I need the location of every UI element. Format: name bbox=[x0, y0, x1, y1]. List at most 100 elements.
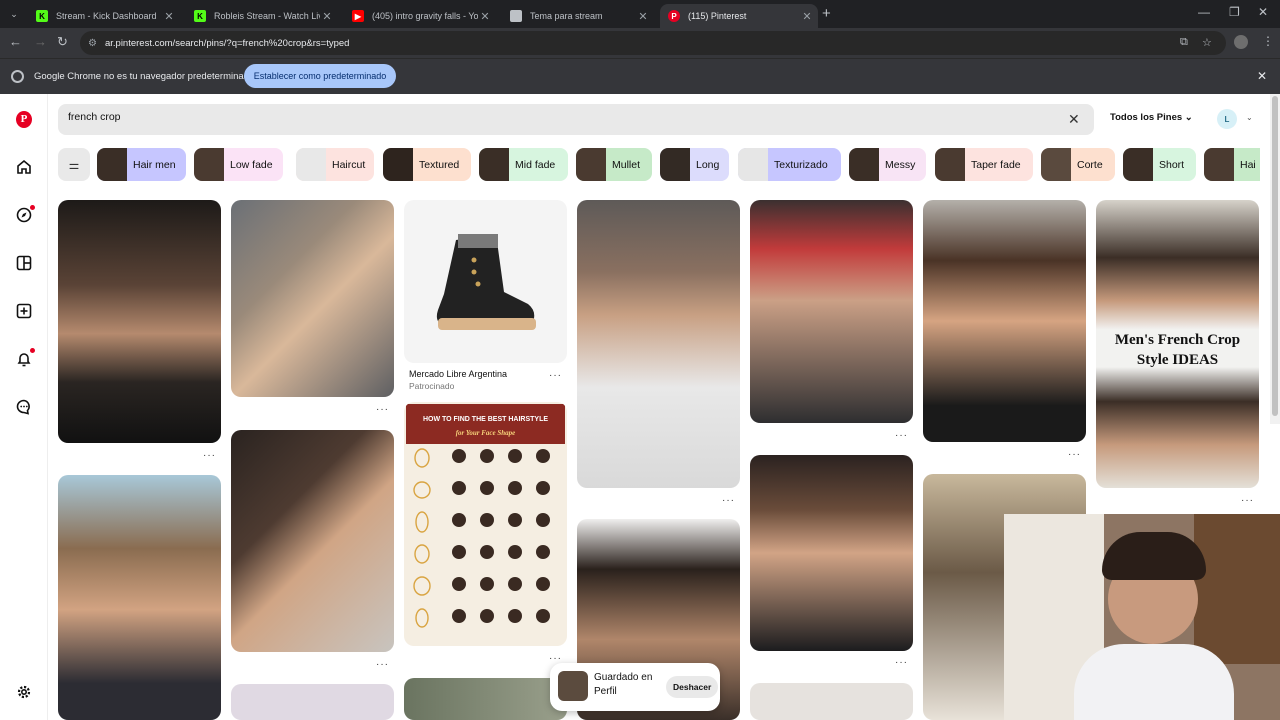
reload-icon[interactable]: ↻ bbox=[57, 34, 68, 50]
globe-icon bbox=[510, 10, 522, 22]
pinterest-logo[interactable]: P bbox=[16, 110, 32, 128]
pin-french-crop-ideas[interactable]: Men's French Crop Style IDEAS bbox=[1096, 200, 1259, 488]
boards-icon[interactable] bbox=[16, 255, 32, 271]
chip-haircut[interactable]: Haircut bbox=[296, 148, 374, 181]
tab-kick-stream[interactable]: K Robleis Stream - Watch Live on ✕ bbox=[186, 4, 338, 28]
tab-youtube[interactable]: ▶ (405) intro gravity falls - YouTu ✕ bbox=[344, 4, 496, 28]
pin-more-icon[interactable]: ··· bbox=[376, 404, 389, 415]
close-tab-icon[interactable]: ✕ bbox=[478, 10, 492, 23]
chip-texturizado[interactable]: Texturizado bbox=[738, 148, 841, 181]
browser-tab-strip: ⌄ K Stream - Kick Dashboard ✕ K Robleis … bbox=[0, 0, 1280, 28]
pin-image[interactable] bbox=[750, 200, 913, 423]
pin-more-icon[interactable]: ··· bbox=[376, 659, 389, 670]
chip-short[interactable]: Short bbox=[1123, 148, 1196, 181]
pin-more-icon[interactable]: ··· bbox=[549, 370, 562, 381]
filters-button[interactable]: ⚌ bbox=[58, 148, 90, 181]
hairstyle-grid bbox=[413, 448, 550, 628]
home-icon[interactable] bbox=[16, 159, 32, 175]
close-tab-icon[interactable]: ✕ bbox=[320, 10, 334, 23]
chip-corte[interactable]: Corte bbox=[1041, 148, 1115, 181]
pin-more-icon[interactable]: ··· bbox=[203, 450, 216, 461]
close-tab-icon[interactable]: ✕ bbox=[800, 10, 814, 23]
tab-tema-para-stream[interactable]: Tema para stream ✕ bbox=[502, 4, 654, 28]
pin-image[interactable] bbox=[231, 684, 394, 720]
profile-avatar[interactable] bbox=[1234, 35, 1248, 49]
chip-thumbnail bbox=[935, 148, 965, 181]
chip-long[interactable]: Long bbox=[660, 148, 729, 181]
chip-thumbnail bbox=[576, 148, 606, 181]
address-url[interactable]: ar.pinterest.com/search/pins/?q=french%2… bbox=[105, 38, 350, 49]
webcam-hair bbox=[1102, 532, 1206, 580]
ad-pin-image[interactable] bbox=[404, 200, 567, 363]
chip-thumbnail bbox=[383, 148, 413, 181]
chip-low-fade[interactable]: Low fade bbox=[194, 148, 283, 181]
chip-mid-fade[interactable]: Mid fade bbox=[479, 148, 568, 181]
pin-hairstyle-chart[interactable]: HOW TO FIND THE BEST HAIRSTYLE for Your … bbox=[404, 402, 567, 646]
site-info-icon[interactable]: ⚙ bbox=[88, 38, 97, 49]
notifications-bell-icon[interactable] bbox=[16, 348, 35, 367]
clear-search-icon[interactable]: ✕ bbox=[1068, 111, 1080, 128]
chip-textured[interactable]: Textured bbox=[383, 148, 471, 181]
chevron-down-icon: ⌄ bbox=[1184, 112, 1193, 123]
tab-pinterest[interactable]: P (115) Pinterest ✕ bbox=[660, 4, 818, 28]
chip-thumbnail bbox=[660, 148, 690, 181]
tab-search-icon[interactable]: ⌄ bbox=[6, 6, 22, 22]
pin-image[interactable] bbox=[750, 683, 913, 720]
kick-icon: K bbox=[194, 10, 206, 22]
chip-thumbnail bbox=[296, 148, 326, 181]
forward-icon[interactable]: → bbox=[34, 34, 47, 49]
chip-taper-fade[interactable]: Taper fade bbox=[935, 148, 1033, 181]
ad-title[interactable]: Mercado Libre Argentina bbox=[409, 369, 507, 379]
tab-kick-dashboard[interactable]: K Stream - Kick Dashboard ✕ bbox=[28, 4, 180, 28]
browser-toolbar: ← → ↻ ⚙ ar.pinterest.com/search/pins/?q=… bbox=[0, 28, 1280, 58]
pin-more-icon[interactable]: ··· bbox=[895, 430, 908, 441]
explore-compass-icon[interactable] bbox=[16, 205, 35, 223]
pin-more-icon[interactable]: ··· bbox=[895, 657, 908, 668]
chip-hair-men[interactable]: Hair men bbox=[97, 148, 186, 181]
back-icon[interactable]: ← bbox=[9, 34, 22, 49]
settings-gear-icon[interactable] bbox=[16, 684, 32, 700]
pin-image[interactable] bbox=[750, 455, 913, 651]
page-scrollbar[interactable] bbox=[1270, 94, 1280, 424]
chip-thumbnail bbox=[738, 148, 768, 181]
minimize-icon[interactable]: — bbox=[1198, 5, 1210, 19]
chip-thumbnail bbox=[194, 148, 224, 181]
scope-dropdown[interactable]: Todos los Pines ⌄ bbox=[1110, 112, 1193, 123]
pin-image[interactable] bbox=[231, 430, 394, 652]
chip-thumbnail bbox=[97, 148, 127, 181]
address-bar[interactable]: ⚙ ar.pinterest.com/search/pins/?q=french… bbox=[80, 31, 1226, 55]
pin-more-icon[interactable]: ··· bbox=[1241, 495, 1254, 506]
chevron-down-icon[interactable]: ⌄ bbox=[1246, 113, 1253, 122]
restore-icon[interactable]: ❐ bbox=[1229, 5, 1240, 19]
scrollbar-thumb[interactable] bbox=[1272, 96, 1278, 416]
close-infobar-icon[interactable]: ✕ bbox=[1257, 69, 1267, 83]
close-tab-icon[interactable]: ✕ bbox=[636, 10, 650, 23]
set-default-button[interactable]: Establecer como predeterminado bbox=[244, 64, 396, 88]
chip-messy[interactable]: Messy bbox=[849, 148, 926, 181]
new-tab-button[interactable]: + bbox=[822, 5, 831, 22]
chip-mullet[interactable]: Mullet bbox=[576, 148, 652, 181]
bookmark-star-icon[interactable]: ☆ bbox=[1202, 36, 1212, 49]
chip-thumbnail bbox=[1041, 148, 1071, 181]
create-plus-icon[interactable] bbox=[16, 303, 32, 319]
pin-image[interactable] bbox=[404, 678, 567, 720]
user-avatar[interactable]: L bbox=[1217, 109, 1237, 129]
chip-hair-partial[interactable]: Hai bbox=[1204, 148, 1260, 181]
pin-more-icon[interactable]: ··· bbox=[722, 495, 735, 506]
pin-image[interactable] bbox=[231, 200, 394, 397]
close-window-icon[interactable]: ✕ bbox=[1258, 5, 1268, 19]
boot-image bbox=[436, 234, 536, 330]
toast-message: Guardado en Perfil bbox=[594, 672, 653, 697]
pin-image[interactable] bbox=[923, 200, 1086, 442]
messages-icon[interactable] bbox=[16, 399, 32, 415]
pin-image[interactable] bbox=[58, 475, 221, 720]
close-tab-icon[interactable]: ✕ bbox=[162, 10, 176, 23]
scope-label: Todos los Pines bbox=[1110, 112, 1183, 123]
search-input[interactable] bbox=[68, 111, 1048, 123]
pin-image[interactable] bbox=[577, 200, 740, 488]
pin-more-icon[interactable]: ··· bbox=[1068, 449, 1081, 460]
menu-kebab-icon[interactable]: ⋮ bbox=[1262, 34, 1274, 48]
install-app-icon[interactable]: ⧉ bbox=[1180, 36, 1188, 49]
pin-image[interactable] bbox=[58, 200, 221, 443]
undo-button[interactable]: Deshacer bbox=[666, 676, 719, 698]
